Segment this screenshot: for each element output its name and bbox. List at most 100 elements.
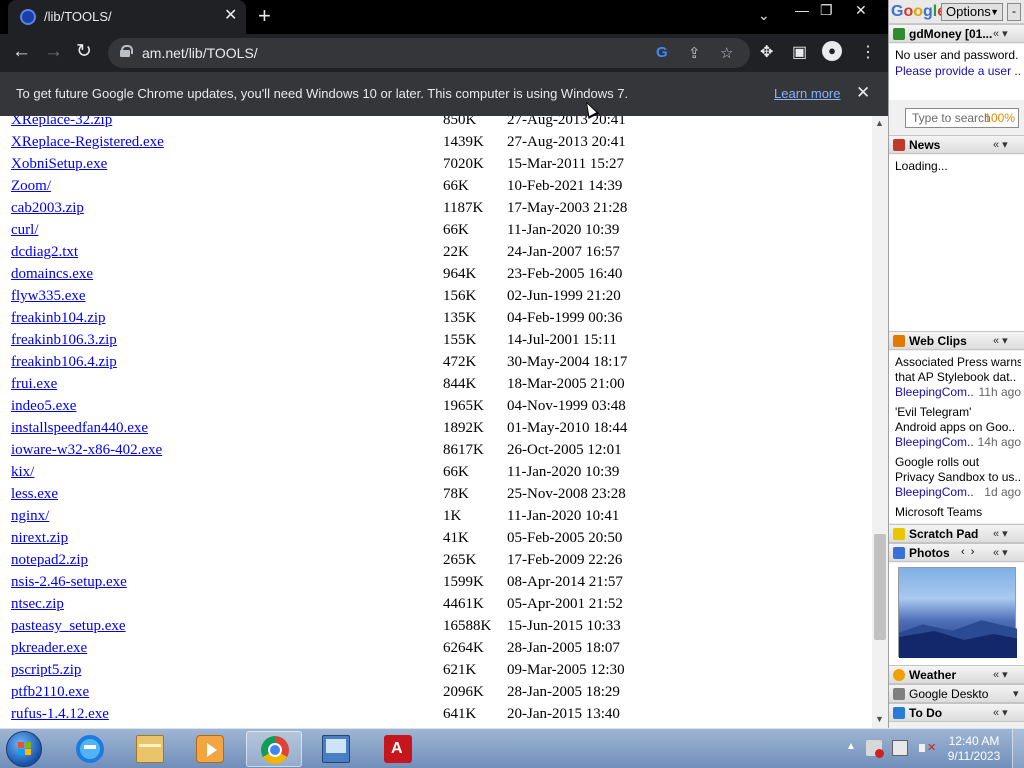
- scroll-down-arrow-icon[interactable]: ▼: [875, 714, 884, 724]
- file-link[interactable]: ntsec.zip: [11, 596, 64, 613]
- webclip-item-4-line1[interactable]: Microsoft Teams: [895, 505, 1021, 519]
- file-link[interactable]: notepad2.zip: [11, 552, 88, 569]
- sidebar-search-input[interactable]: Type to search 100%: [905, 108, 1019, 128]
- sidebar-minimize-button[interactable]: -: [1007, 3, 1021, 21]
- todo-header[interactable]: To Do « ▾: [889, 703, 1024, 722]
- profile-avatar-icon[interactable]: ●: [822, 41, 842, 61]
- file-link[interactable]: dcdiag2.txt: [11, 244, 78, 261]
- bookmark-star-icon[interactable]: ☆: [720, 44, 733, 62]
- gdmoney-line2[interactable]: Please provide a user ..: [895, 64, 1021, 78]
- file-link[interactable]: ioware-w32-x86-402.exe: [11, 442, 162, 459]
- taskbar-ie-button[interactable]: [62, 731, 118, 767]
- window-close-icon[interactable]: ✕: [855, 2, 867, 19]
- gdmoney-header[interactable]: gdMoney [01... « ▾: [889, 24, 1024, 43]
- taskbar-explorer-button[interactable]: [122, 731, 178, 767]
- file-link[interactable]: pscript5.zip: [11, 662, 81, 679]
- volume-muted-icon[interactable]: ✕: [918, 740, 936, 756]
- tab-search-chevron-icon[interactable]: ⌄: [758, 7, 770, 24]
- network-icon[interactable]: [892, 740, 908, 756]
- learn-more-link[interactable]: Learn more: [774, 86, 840, 101]
- file-link[interactable]: frui.exe: [11, 376, 57, 393]
- photos-prev-next-icon[interactable]: ‹ ›: [961, 546, 974, 558]
- news-header[interactable]: News « ▾: [889, 135, 1024, 154]
- menu-kebab-icon[interactable]: ⋮: [860, 42, 876, 62]
- url-text[interactable]: am.net/lib/TOOLS/: [142, 45, 258, 61]
- webclip-item-1-line1[interactable]: Associated Press warns: [895, 355, 1021, 369]
- file-link[interactable]: domaincs.exe: [11, 266, 93, 283]
- webclip-item-1-line2[interactable]: that AP Stylebook dat..: [895, 370, 1021, 384]
- show-desktop-button[interactable]: [1012, 729, 1024, 768]
- collapse-chevrons-icon[interactable]: « ▾: [993, 527, 1008, 540]
- collapse-chevrons-icon[interactable]: « ▾: [993, 138, 1008, 151]
- webclip-item-1-source[interactable]: BleepingCom..: [895, 385, 975, 399]
- lock-icon[interactable]: [120, 45, 133, 57]
- file-link[interactable]: freakinb106.4.zip: [11, 354, 117, 371]
- file-link[interactable]: nginx/: [11, 508, 49, 525]
- options-menu-button[interactable]: Options ▼: [941, 3, 1003, 21]
- file-link[interactable]: pasteasy_setup.exe: [11, 618, 126, 635]
- file-size: 78K: [443, 486, 469, 502]
- file-link[interactable]: nirext.zip: [11, 530, 68, 547]
- file-link[interactable]: curl/: [11, 222, 39, 239]
- file-link[interactable]: XobniSetup.exe: [11, 156, 107, 173]
- side-panel-icon[interactable]: ▣: [792, 42, 807, 62]
- photos-header[interactable]: Photos ‹ › « ▾: [889, 543, 1024, 562]
- new-tab-button[interactable]: +: [258, 4, 271, 28]
- collapse-chevrons-icon[interactable]: « ▾: [993, 706, 1008, 719]
- mountain-photo[interactable]: [898, 567, 1017, 658]
- file-link[interactable]: freakinb106.3.zip: [11, 332, 117, 349]
- webclips-header[interactable]: Web Clips « ▾: [889, 331, 1024, 350]
- webclip-item-2-line1[interactable]: 'Evil Telegram': [895, 405, 1021, 419]
- reload-icon[interactable]: ↻: [76, 42, 92, 62]
- file-link[interactable]: less.exe: [11, 486, 58, 503]
- webclip-item-3-source[interactable]: BleepingCom..: [895, 485, 975, 499]
- file-link[interactable]: pkreader.exe: [11, 640, 87, 657]
- taskbar-chrome-button[interactable]: [246, 731, 302, 767]
- page-scrollbar[interactable]: ▲ ▼: [872, 116, 888, 728]
- taskbar-remote-desktop-button[interactable]: [308, 731, 364, 767]
- file-link[interactable]: ptfb2110.exe: [11, 684, 89, 701]
- file-link[interactable]: XReplace-Registered.exe: [11, 134, 164, 151]
- browser-tab[interactable]: /lib/TOOLS/ ✕: [8, 0, 246, 34]
- start-button[interactable]: [6, 731, 42, 767]
- restore-icon[interactable]: ❐: [820, 2, 833, 19]
- collapse-chevrons-icon[interactable]: « ▾: [993, 546, 1008, 559]
- weather-header[interactable]: Weather « ▾: [889, 665, 1024, 684]
- share-icon[interactable]: ⇪: [688, 44, 701, 62]
- forward-arrow-icon[interactable]: →: [44, 42, 63, 62]
- collapse-chevrons-icon[interactable]: « ▾: [993, 334, 1008, 347]
- show-hidden-icons-icon[interactable]: ▲: [846, 741, 856, 752]
- file-link[interactable]: indeo5.exe: [11, 398, 76, 415]
- file-link[interactable]: nsis-2.46-setup.exe: [11, 574, 127, 591]
- scroll-thumb[interactable]: [874, 534, 886, 640]
- webclip-item-2-source[interactable]: BleepingCom..: [895, 435, 975, 449]
- minimize-icon[interactable]: —: [795, 2, 809, 18]
- scratchpad-header[interactable]: Scratch Pad « ▾: [889, 524, 1024, 543]
- system-clock[interactable]: 12:40 AM 9/11/2023: [946, 734, 1002, 764]
- taskbar-media-player-button[interactable]: [182, 731, 238, 767]
- dropdown-arrow-icon[interactable]: ▾: [1013, 687, 1019, 700]
- file-link[interactable]: cab2003.zip: [11, 200, 84, 217]
- scroll-up-arrow-icon[interactable]: ▲: [875, 118, 884, 128]
- taskbar-acrobat-button[interactable]: A: [370, 731, 426, 767]
- collapse-chevrons-icon[interactable]: « ▾: [993, 668, 1008, 681]
- webclip-item-3-line2[interactable]: Privacy Sandbox to us..: [895, 470, 1021, 484]
- file-link[interactable]: flyw335.exe: [11, 288, 86, 305]
- file-link[interactable]: rufus-1.4.12.exe: [11, 706, 109, 723]
- file-link[interactable]: freakinb104.zip: [11, 310, 106, 327]
- file-link[interactable]: kix/: [11, 464, 34, 481]
- file-link[interactable]: Zoom/: [11, 178, 51, 195]
- tab-close-icon[interactable]: ✕: [224, 7, 237, 25]
- google-lens-icon[interactable]: G: [656, 44, 668, 61]
- webclip-item-3-line1[interactable]: Google rolls out: [895, 455, 1021, 469]
- file-link[interactable]: installspeedfan440.exe: [11, 420, 148, 437]
- extensions-puzzle-icon[interactable]: ✥: [760, 42, 773, 62]
- infobar-close-icon[interactable]: ✕: [856, 83, 870, 103]
- collapse-chevrons-icon[interactable]: « ▾: [993, 27, 1008, 40]
- file-link[interactable]: XReplace-32.zip: [11, 116, 112, 129]
- webclip-item-2-line2[interactable]: Android apps on Goo..: [895, 420, 1021, 434]
- gdesktop-header[interactable]: Google Deskto ▾: [889, 684, 1024, 703]
- back-arrow-icon[interactable]: ←: [12, 42, 31, 62]
- action-center-flag-icon[interactable]: [866, 740, 884, 758]
- address-bar[interactable]: am.net/lib/TOOLS/ G ⇪ ☆: [108, 38, 750, 68]
